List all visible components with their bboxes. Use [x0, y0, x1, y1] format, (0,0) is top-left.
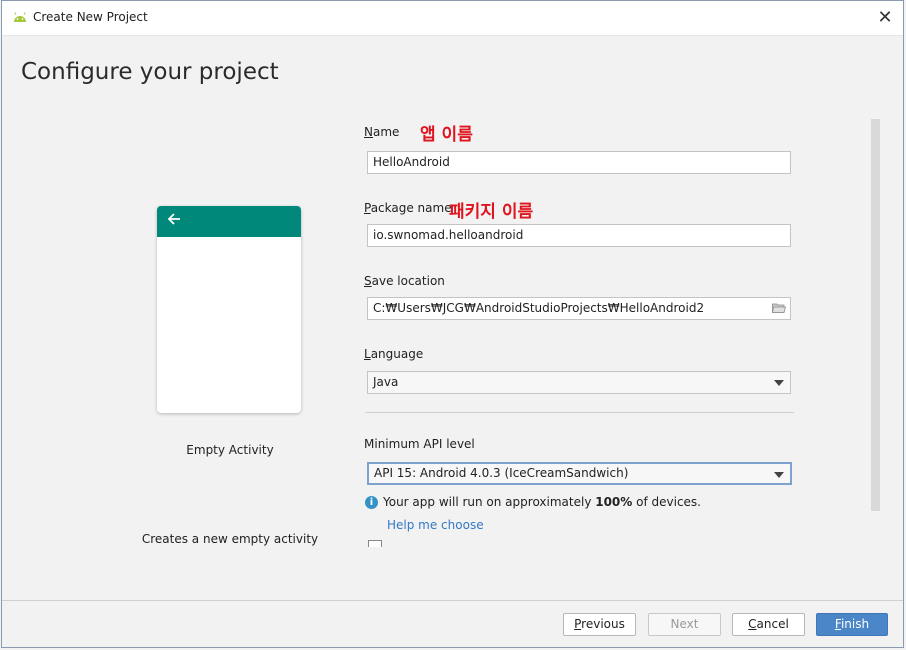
save-location-field[interactable]: C:₩Users₩JCG₩AndroidStudioProjects₩Hello… — [367, 297, 791, 320]
page-title: Configure your project — [21, 59, 279, 85]
min-api-select[interactable]: API 15: Android 4.0.3 (IceCreamSandwich) — [367, 462, 792, 485]
dialog-footer: Previous Next Cancel Finish — [2, 600, 903, 647]
name-annotation: 앱 이름 — [420, 125, 473, 145]
save-location-value: C:₩Users₩JCG₩AndroidStudioProjects₩Hello… — [373, 301, 705, 315]
save-location-label: Save location — [364, 274, 445, 288]
chevron-down-icon — [774, 472, 784, 478]
previous-button[interactable]: Previous — [563, 613, 636, 636]
window-title: Create New Project — [33, 10, 148, 24]
min-api-label: Minimum API level — [364, 437, 475, 451]
help-me-choose-link[interactable]: Help me choose — [387, 518, 484, 532]
cancel-button[interactable]: Cancel — [732, 613, 805, 636]
name-field[interactable]: HelloAndroid — [367, 151, 791, 174]
template-description: Creates a new empty activity — [141, 532, 319, 546]
package-name-field[interactable]: io.swnomad.helloandroid — [367, 224, 791, 247]
template-label: Empty Activity — [186, 443, 274, 457]
scrollbar[interactable] — [871, 119, 880, 511]
divider — [365, 412, 794, 413]
info-icon: i — [365, 496, 378, 509]
close-icon[interactable]: ✕ — [873, 6, 897, 30]
preview-app-bar — [157, 206, 301, 237]
finish-button[interactable]: Finish — [816, 613, 888, 636]
title-bar: Create New Project ✕ — [2, 1, 903, 35]
chevron-down-icon — [774, 380, 784, 386]
language-select[interactable]: Java — [367, 371, 791, 394]
next-button[interactable]: Next — [648, 613, 721, 636]
language-value: Java — [373, 375, 399, 389]
name-label: Name — [364, 125, 400, 139]
main-content: Empty Activity Creates a new empty activ… — [2, 116, 903, 600]
activity-preview[interactable] — [157, 206, 301, 413]
package-name-label: Package name — [364, 201, 452, 215]
language-label: Language — [364, 347, 424, 361]
back-arrow-icon — [167, 212, 181, 230]
create-project-dialog: Create New Project ✕ Configure your proj… — [1, 0, 904, 648]
device-coverage-info: i Your app will run on approximately 100%… — [365, 495, 701, 509]
folder-icon[interactable] — [772, 303, 786, 313]
package-annotation: 패키지 이름 — [449, 202, 534, 222]
android-icon — [14, 12, 26, 22]
checkbox[interactable] — [368, 540, 382, 547]
min-api-value: API 15: Android 4.0.3 (IceCreamSandwich) — [374, 466, 629, 480]
page-header: Configure your project — [2, 35, 903, 117]
